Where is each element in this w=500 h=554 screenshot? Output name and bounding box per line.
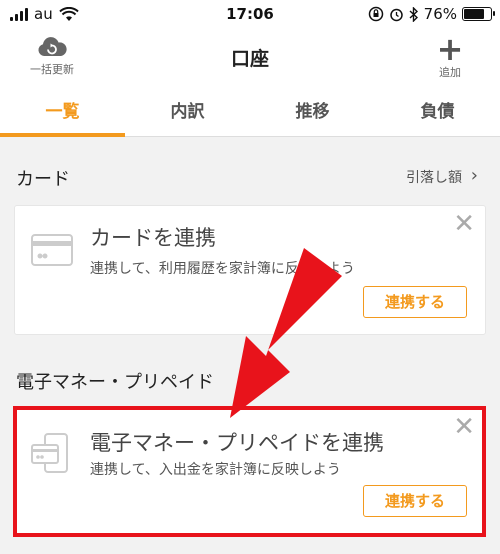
battery-percent: 76%	[423, 5, 457, 23]
credit-card-icon	[31, 234, 73, 266]
alarm-icon	[389, 8, 403, 21]
emoney-section-title: 電子マネー・プリペイド	[16, 372, 214, 393]
status-right: 76%	[368, 5, 495, 23]
chevron-right-icon[interactable]: ›	[471, 165, 478, 186]
add-button[interactable]: + 追加	[430, 30, 470, 80]
emoney-section-header: 電子マネー・プリペイド	[0, 360, 500, 400]
withdrawal-amount-link[interactable]: 引落し額	[406, 167, 462, 187]
tab-liabilities[interactable]: 負債	[375, 85, 500, 136]
status-bar: au 17:06 76%	[0, 0, 500, 30]
bulk-update-button[interactable]: 一括更新	[22, 36, 82, 77]
card-connect-description: 連携して、利用履歴を家計簿に反映しよう	[90, 261, 355, 277]
emoney-connect-button[interactable]: 連携する	[363, 485, 467, 517]
battery-icon	[462, 7, 495, 21]
emoney-device-icon	[31, 433, 68, 473]
tab-list[interactable]: 一覧	[0, 85, 125, 137]
bulk-update-label: 一括更新	[30, 63, 74, 76]
add-label: 追加	[439, 66, 461, 79]
battery-level	[464, 9, 484, 19]
tab-breakdown[interactable]: 内訳	[125, 85, 250, 136]
rotation-lock-icon	[368, 6, 383, 22]
tab-trend[interactable]: 推移	[250, 85, 375, 136]
card-section-header: カード 引落し額 ›	[0, 157, 500, 197]
emoney-connect-panel: 電子マネー・プリペイドを連携 連携して、入出金を家計簿に反映しよう ✕ 連携する	[14, 408, 486, 535]
emoney-connect-title: 電子マネー・プリペイドを連携	[90, 431, 384, 455]
card-connect-button[interactable]: 連携する	[363, 286, 467, 318]
card-connect-panel: カードを連携 連携して、利用履歴を家計簿に反映しよう ✕ 連携する	[14, 205, 486, 335]
close-icon[interactable]: ✕	[453, 210, 475, 238]
tab-bar: 一覧 内訳 推移 負債	[0, 85, 500, 137]
close-icon[interactable]: ✕	[453, 413, 475, 441]
plus-icon: +	[436, 30, 464, 68]
bluetooth-icon	[409, 6, 418, 22]
card-connect-title: カードを連携	[90, 226, 216, 250]
card-section-title: カード	[16, 169, 70, 190]
emoney-connect-description: 連携して、入出金を家計簿に反映しよう	[90, 462, 341, 478]
nav-bar: 一括更新 口座 + 追加	[0, 30, 500, 85]
cloud-refresh-icon	[38, 37, 67, 56]
